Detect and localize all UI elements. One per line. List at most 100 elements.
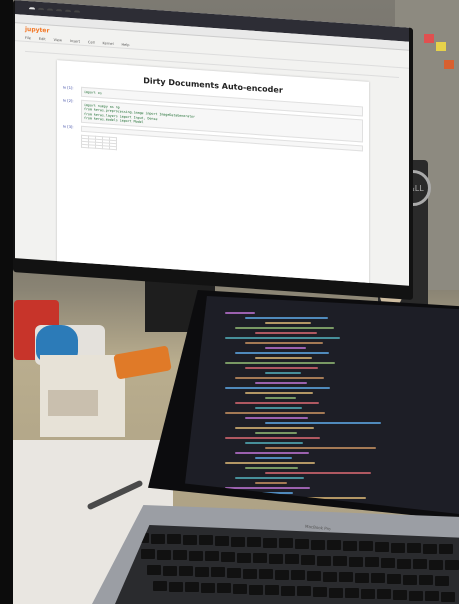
keyboard-key[interactable] bbox=[173, 550, 187, 561]
keyboard-key[interactable] bbox=[391, 542, 405, 553]
keyboard-key[interactable] bbox=[345, 588, 359, 599]
keyboard-key[interactable] bbox=[249, 584, 263, 595]
keyboard-key[interactable] bbox=[189, 550, 203, 561]
keyboard-key[interactable] bbox=[231, 536, 245, 547]
keyboard-key[interactable] bbox=[215, 536, 229, 546]
menu-help[interactable]: Help bbox=[122, 43, 130, 48]
keyboard-key[interactable] bbox=[297, 586, 311, 597]
keyboard-key[interactable] bbox=[169, 581, 183, 592]
keyboard-key[interactable] bbox=[349, 556, 363, 567]
keyboard-key[interactable] bbox=[355, 572, 369, 583]
keyboard-key[interactable] bbox=[333, 556, 347, 567]
keyboard-key[interactable] bbox=[275, 569, 289, 580]
menu-file[interactable]: File bbox=[25, 36, 31, 40]
keyboard-key[interactable] bbox=[397, 558, 411, 569]
keyboard-key[interactable] bbox=[285, 554, 299, 565]
output-table bbox=[81, 135, 117, 151]
keyboard-key[interactable] bbox=[163, 565, 177, 576]
keyboard-key[interactable] bbox=[167, 534, 181, 545]
keyboard-key[interactable] bbox=[403, 574, 417, 585]
keyboard-key[interactable] bbox=[441, 591, 455, 602]
keyboard-key[interactable] bbox=[295, 539, 309, 549]
keyboard-key[interactable] bbox=[425, 591, 439, 602]
keyboard-key[interactable] bbox=[387, 574, 401, 584]
keyboard-key[interactable] bbox=[291, 570, 305, 581]
keyboard-key[interactable] bbox=[247, 537, 261, 548]
keyboard-key[interactable] bbox=[381, 558, 395, 568]
keyboard-key[interactable] bbox=[375, 542, 389, 552]
keyboard-key[interactable] bbox=[157, 549, 171, 560]
keyboard-key[interactable] bbox=[329, 587, 343, 598]
laptop-keyboard bbox=[115, 525, 459, 604]
keyboard-key[interactable] bbox=[439, 544, 453, 555]
code-editor-line bbox=[235, 427, 314, 429]
keyboard-key[interactable] bbox=[359, 541, 373, 552]
code-editor-line bbox=[235, 477, 304, 479]
code-editor-line bbox=[265, 422, 381, 424]
keyboard-key[interactable] bbox=[323, 571, 337, 582]
browser-tab[interactable] bbox=[47, 8, 53, 11]
keyboard-key[interactable] bbox=[361, 588, 375, 599]
keyboard-key[interactable] bbox=[435, 575, 449, 586]
code-editor-line bbox=[255, 407, 302, 409]
keyboard-key[interactable] bbox=[227, 568, 241, 578]
keyboard-key[interactable] bbox=[343, 540, 357, 551]
keyboard-key[interactable] bbox=[311, 539, 325, 550]
keyboard-key[interactable] bbox=[377, 589, 391, 600]
keyboard-key[interactable] bbox=[153, 581, 167, 591]
keyboard-key[interactable] bbox=[429, 559, 443, 570]
keyboard-key[interactable] bbox=[199, 535, 213, 546]
keyboard-key[interactable] bbox=[265, 585, 279, 596]
code-editor-line bbox=[245, 342, 323, 344]
keyboard-key[interactable] bbox=[317, 555, 331, 566]
keyboard-key[interactable] bbox=[183, 534, 197, 545]
keyboard-key[interactable] bbox=[409, 590, 423, 601]
keyboard-key[interactable] bbox=[195, 566, 209, 577]
keyboard-key[interactable] bbox=[269, 553, 283, 564]
keyboard-key[interactable] bbox=[151, 533, 165, 544]
keyboard-key[interactable] bbox=[413, 559, 427, 570]
browser-tab[interactable] bbox=[65, 9, 71, 13]
browser-tab[interactable] bbox=[38, 7, 44, 11]
keyboard-key[interactable] bbox=[211, 567, 225, 578]
keyboard-key[interactable] bbox=[281, 585, 295, 596]
keyboard-key[interactable] bbox=[263, 537, 277, 548]
keyboard-key[interactable] bbox=[279, 538, 293, 549]
keyboard-key[interactable] bbox=[423, 543, 437, 554]
code-editor-line bbox=[255, 332, 317, 334]
keyboard-key[interactable] bbox=[217, 583, 231, 594]
keyboard-key[interactable] bbox=[365, 557, 379, 568]
keyboard-key[interactable] bbox=[371, 573, 385, 584]
menu-kernel[interactable]: Kernel bbox=[103, 41, 114, 46]
keyboard-key[interactable] bbox=[185, 582, 199, 593]
keyboard-key[interactable] bbox=[259, 569, 273, 580]
keyboard-key[interactable] bbox=[339, 572, 353, 583]
keyboard-key[interactable] bbox=[243, 568, 257, 579]
keyboard-key[interactable] bbox=[301, 555, 315, 565]
keyboard-key[interactable] bbox=[201, 582, 215, 593]
menu-insert[interactable]: Insert bbox=[70, 39, 80, 44]
browser-tab[interactable] bbox=[74, 10, 80, 13]
keyboard-key[interactable] bbox=[313, 587, 327, 597]
menu-edit[interactable]: Edit bbox=[39, 37, 46, 41]
menu-view[interactable]: View bbox=[54, 38, 62, 43]
keyboard-key[interactable] bbox=[147, 565, 161, 575]
keyboard-key[interactable] bbox=[327, 540, 341, 551]
keyboard-key[interactable] bbox=[221, 552, 235, 562]
keyboard-key[interactable] bbox=[141, 549, 155, 559]
jupyter-logo[interactable]: jupyter bbox=[25, 26, 49, 35]
keyboard-key[interactable] bbox=[407, 543, 421, 554]
keyboard-key[interactable] bbox=[307, 571, 321, 581]
keyboard-key[interactable] bbox=[445, 560, 459, 571]
browser-tab[interactable] bbox=[29, 7, 35, 10]
browser-tab[interactable] bbox=[56, 9, 62, 12]
keyboard-key[interactable] bbox=[233, 584, 247, 594]
keyboard-key[interactable] bbox=[253, 553, 267, 564]
keyboard-key[interactable] bbox=[205, 551, 219, 562]
menu-cell[interactable]: Cell bbox=[88, 40, 95, 44]
cell-prompt: In [2]: bbox=[63, 98, 74, 104]
keyboard-key[interactable] bbox=[237, 552, 251, 563]
keyboard-key[interactable] bbox=[179, 566, 193, 577]
keyboard-key[interactable] bbox=[419, 575, 433, 586]
keyboard-key[interactable] bbox=[393, 590, 407, 600]
